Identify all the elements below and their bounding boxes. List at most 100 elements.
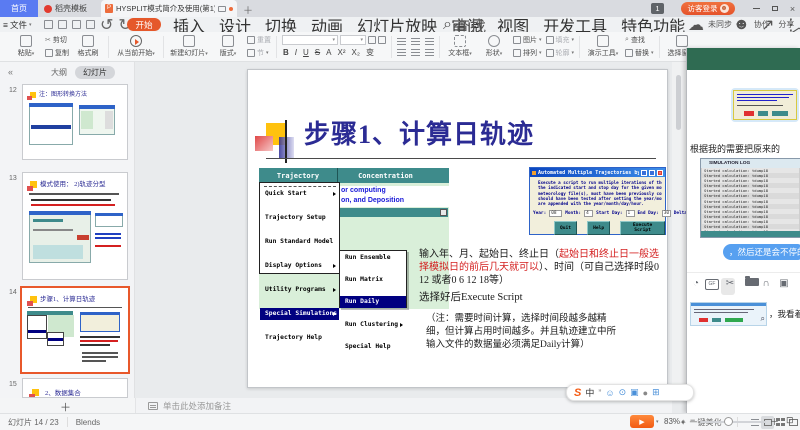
strikethrough-button[interactable]: S — [314, 48, 321, 57]
zoom-in-button[interactable]: ＋ — [770, 415, 779, 428]
superscript-button[interactable]: X² — [336, 48, 346, 57]
ime-toolbar[interactable]: S 中 ” ☺ ⊙ ▣ ● ⊞ — [566, 384, 694, 401]
arrange-button[interactable]: 排列▾ — [513, 48, 542, 58]
collapse-panel-icon[interactable]: « — [8, 67, 13, 77]
ime-logo[interactable]: S — [574, 387, 581, 399]
quit-button[interactable]: Quit — [554, 221, 577, 235]
align-center-icon[interactable] — [411, 49, 420, 56]
print-preview-icon[interactable] — [72, 20, 81, 29]
ime-punct-icon[interactable]: ” — [598, 388, 601, 398]
execute-script-button[interactable]: Execute Script — [620, 221, 665, 235]
submenu-special-help[interactable]: Special Help — [340, 341, 406, 352]
slideshow-play-button[interactable]: ▶ — [630, 415, 654, 428]
month-input[interactable]: 4 — [584, 210, 593, 217]
emoji-icon[interactable]: ◔ — [689, 278, 703, 289]
ime-toolbox-icon[interactable]: ⊞ — [652, 387, 660, 398]
section-button[interactable]: 节▾ — [247, 48, 271, 58]
decrease-font-icon[interactable] — [378, 36, 386, 44]
slide-14[interactable]: 步骤1、计算日轨迹 Trajectory Concentration or co… — [247, 69, 668, 388]
ime-emoji-icon[interactable]: ☺ — [605, 388, 614, 398]
start-day-input[interactable]: 1 — [626, 210, 635, 217]
chat-image-bubble[interactable] — [731, 88, 799, 122]
zoom-slider-track[interactable] — [700, 421, 766, 423]
reset-button[interactable]: 重置 — [247, 35, 271, 45]
tab-home[interactable]: 首页 — [0, 0, 38, 17]
paste-button[interactable]: 粘贴▾ — [11, 35, 41, 58]
slide-title[interactable]: 步骤1、计算日轨迹 — [304, 114, 534, 151]
slide-thumbnail-14-selected[interactable]: 步骤1、计算日轨迹 — [20, 286, 130, 374]
file-menu[interactable]: ≡ 文件 ▾ — [3, 17, 32, 32]
copy-button[interactable]: 复制 — [45, 48, 69, 58]
presentation-tools-button[interactable]: 演示工具▾ — [585, 35, 621, 58]
menu-item-trajectory-help[interactable]: Trajectory Help — [260, 332, 339, 344]
end-day-input[interactable]: 30 — [662, 210, 671, 217]
slide-thumbnail-13[interactable]: 模式使用： 2)轨迹分型 — [22, 172, 128, 280]
indent-icon[interactable] — [425, 38, 434, 45]
submenu-run-ensemble[interactable]: Run Ensemble — [340, 252, 406, 263]
submenu-run-matrix[interactable]: Run Matrix — [340, 274, 406, 285]
slide-note-text[interactable]: （注：需要时间计算，选择时间段越多越精细，但计算占用时间越多。并且轨迹建立中所输… — [426, 313, 622, 352]
slide-thumbnail-12[interactable]: 注：图形转换方法 — [22, 84, 128, 160]
new-slide-button[interactable]: 新建幻灯片▾ — [169, 35, 209, 58]
align-left-icon[interactable] — [397, 49, 406, 56]
menu-item-quick-start[interactable]: Quick Start — [260, 188, 339, 200]
increase-font-icon[interactable] — [368, 36, 376, 44]
scrollbar-thumb[interactable] — [676, 75, 681, 130]
tab-home-ribbon[interactable]: 开始 — [127, 18, 161, 31]
output-icon[interactable] — [86, 20, 95, 29]
format-painter-button[interactable]: 格式刷 — [73, 35, 103, 58]
zoom-options-icon[interactable]: ▾ — [682, 419, 685, 425]
textbox-button[interactable]: 文本框▾ — [445, 35, 475, 58]
zoom-slider-knob[interactable] — [724, 417, 733, 426]
dialog-minimize-icon[interactable] — [641, 170, 647, 176]
subscript-button[interactable]: X₂ — [350, 48, 360, 57]
fullscreen-button[interactable]: ⊡ — [786, 415, 794, 426]
ime-voice-icon[interactable]: ⊙ — [619, 387, 627, 398]
italic-button[interactable]: I — [294, 48, 298, 57]
fill-button[interactable]: 填充▾ — [546, 35, 575, 45]
search-box[interactable]: ⌕ 查找 — [443, 17, 486, 32]
chat-input-image[interactable]: ⌕ — [690, 302, 767, 326]
menu-item-display-options[interactable]: Display Options — [260, 260, 339, 272]
bullet-list-icon[interactable] — [397, 38, 406, 45]
play-options-icon[interactable]: ▾ — [656, 419, 659, 425]
number-list-icon[interactable] — [411, 38, 420, 45]
submenu-run-clustering[interactable]: Run Clustering — [340, 319, 406, 330]
theme-name[interactable]: Blends — [76, 418, 100, 427]
dialog-close-icon[interactable]: × — [657, 170, 663, 176]
font-color-button[interactable]: A — [325, 48, 332, 57]
slide-thumbnail-15[interactable]: 2、数据集合 — [22, 378, 128, 398]
ime-skin-icon[interactable]: ● — [643, 388, 648, 398]
menu-item-utility-programs[interactable]: Utility Programs — [260, 284, 339, 296]
save-icon[interactable] — [44, 20, 53, 29]
menu-item-run-standard-model[interactable]: Run Standard Model — [260, 236, 339, 248]
send-file-icon[interactable] — [745, 278, 759, 286]
font-size-select[interactable]: ▾ — [340, 35, 366, 45]
zoom-out-button[interactable]: − — [690, 415, 695, 425]
print-icon[interactable] — [58, 20, 67, 29]
text-effect-button[interactable]: 变 — [365, 47, 375, 58]
play-from-current-button[interactable]: 从当前开始▾ — [114, 35, 158, 58]
replace-button[interactable]: 替换▾ — [625, 48, 654, 58]
collapse-ribbon-icon[interactable]: ︿ — [791, 17, 800, 32]
dialog-maximize-icon[interactable] — [649, 170, 655, 176]
tab-docer[interactable]: 稻壳模板 — [40, 0, 100, 17]
send-image-icon[interactable]: ▣ — [777, 278, 791, 289]
chat-input-text[interactable]: ，我看着好 — [769, 308, 800, 320]
slide-body-line2[interactable]: 选择好后Execute Script — [419, 289, 523, 304]
magnifier-icon[interactable]: ⌕ — [761, 314, 765, 324]
outline-tab[interactable]: 大纲 — [51, 67, 67, 78]
underline-button[interactable]: U — [302, 48, 310, 57]
sync-status[interactable]: ☁ 未同步 ▾ — [688, 17, 739, 32]
bold-button[interactable]: B — [282, 48, 290, 57]
ime-image-icon[interactable]: ▣ — [630, 387, 639, 398]
year-input[interactable]: 08 — [549, 210, 562, 217]
trajectory-tab[interactable]: Trajectory — [259, 172, 337, 180]
concentration-tab[interactable]: Concentration — [338, 172, 433, 180]
help-button[interactable]: Help — [587, 221, 610, 235]
shapes-button[interactable]: 形状▾ — [479, 35, 509, 58]
slides-tab[interactable]: 幻灯片 — [75, 66, 115, 79]
gif-icon[interactable]: GF — [705, 279, 719, 290]
cut-button[interactable]: ✂剪切 — [45, 35, 69, 45]
submenu-run-daily[interactable]: Run Daily — [340, 296, 406, 307]
